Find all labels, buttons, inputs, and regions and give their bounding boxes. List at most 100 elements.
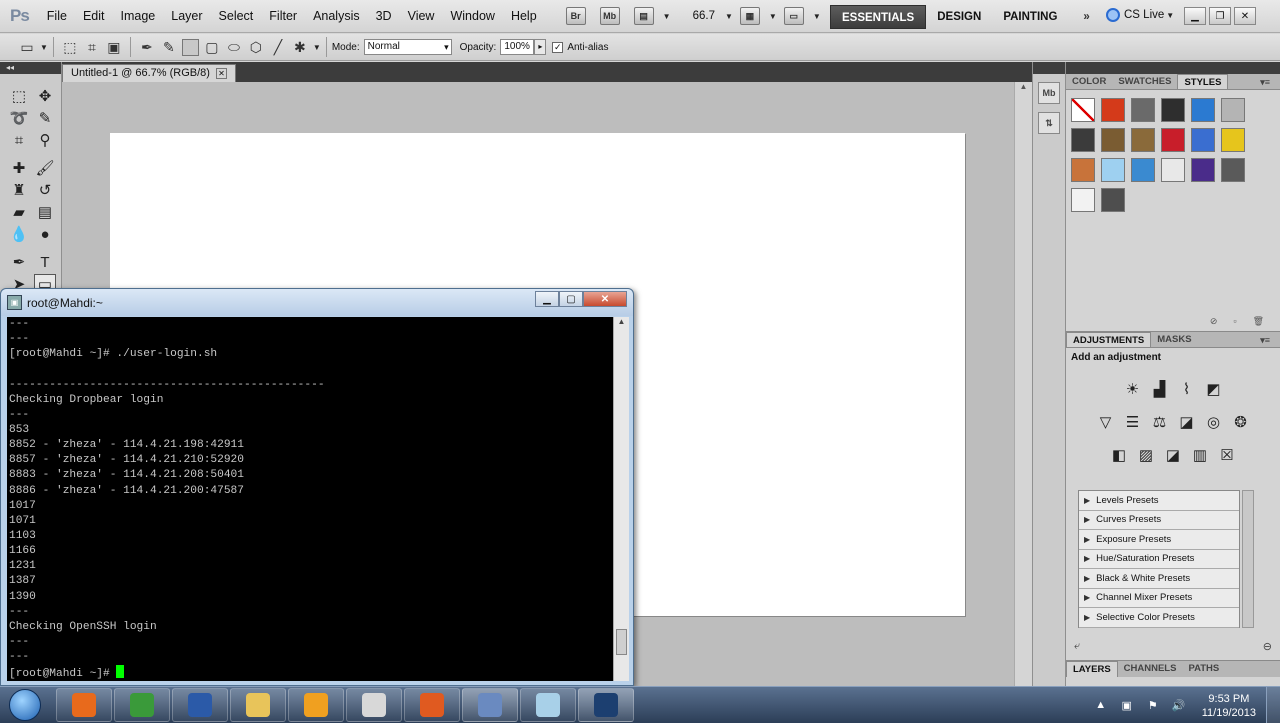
mode-select[interactable]: Normal — [363, 39, 452, 55]
mini-bridge-button[interactable]: Mb — [599, 7, 620, 25]
tab-paths[interactable]: PATHS — [1182, 661, 1225, 677]
style-swatch[interactable] — [1101, 128, 1125, 152]
minimize-button[interactable]: ▁ — [535, 291, 559, 307]
polygon-icon[interactable]: ⬡ — [247, 38, 265, 56]
threshold-icon[interactable]: ◪ — [1162, 444, 1185, 465]
menu-edit[interactable]: Edit — [75, 9, 113, 23]
tool-preset-icon[interactable]: ▭ — [18, 38, 36, 56]
mini-bridge-icon[interactable]: Mb — [1038, 82, 1060, 104]
show-desktop-button[interactable] — [1266, 687, 1280, 723]
history-icon[interactable]: ⇅ — [1038, 112, 1060, 134]
style-swatch[interactable] — [1191, 128, 1215, 152]
taskbar-explorer-button[interactable] — [230, 688, 286, 722]
list-item[interactable]: ▶ Channel Mixer Presets — [1079, 588, 1239, 608]
brightness-contrast-icon[interactable]: ☀ — [1121, 378, 1144, 399]
presets-scrollbar[interactable] — [1242, 490, 1254, 628]
curves-icon[interactable]: ⌇ — [1175, 378, 1198, 399]
clear-style-icon[interactable]: ⊘ — [1210, 316, 1218, 331]
show-hidden-icons-icon[interactable]: ▲ — [1094, 699, 1108, 713]
list-item[interactable]: ▶ Curves Presets — [1079, 510, 1239, 530]
start-button[interactable] — [0, 687, 50, 723]
style-swatch[interactable] — [1101, 98, 1125, 122]
workspace-design[interactable]: DESIGN — [926, 5, 992, 29]
chevron-down-icon[interactable]: ▼ — [725, 12, 733, 21]
delete-style-icon[interactable]: 🗑 — [1253, 316, 1264, 331]
exposure-icon[interactable]: ◩ — [1202, 378, 1225, 399]
style-swatch[interactable] — [1131, 128, 1155, 152]
style-swatch[interactable] — [1161, 158, 1185, 182]
anti-alias-checkbox[interactable]: ✓ — [552, 41, 564, 53]
menu-file[interactable]: File — [39, 9, 75, 23]
collapse-icon[interactable]: ◂◂ — [0, 62, 61, 74]
more-workspaces-icon[interactable]: » — [1072, 5, 1100, 29]
close-button[interactable]: ✕ — [1234, 7, 1256, 25]
taskbar-photoshop-button[interactable] — [578, 688, 634, 722]
terminal-titlebar[interactable]: ▣ root@Mahdi:~ ▁ ▢ ✕ — [1, 289, 633, 316]
color-balance-icon[interactable]: ⚖ — [1148, 411, 1171, 432]
freeform-pen-icon[interactable]: ✎ — [160, 38, 178, 56]
vibrance-icon[interactable]: ▽ — [1094, 411, 1117, 432]
tab-styles[interactable]: STYLES — [1177, 74, 1229, 89]
healing-brush-tool-icon[interactable]: ✚ — [8, 158, 30, 178]
close-button[interactable]: ✕ — [583, 291, 627, 307]
return-icon[interactable]: ⤶ — [1074, 640, 1080, 658]
rectangle-shape-icon[interactable] — [181, 38, 199, 56]
brush-tool-icon[interactable]: 🖌 — [34, 158, 56, 178]
tab-adjustments[interactable]: ADJUSTMENTS — [1066, 332, 1152, 347]
taskbar-chrome-button[interactable] — [114, 688, 170, 722]
history-brush-tool-icon[interactable]: ↺ — [34, 180, 56, 200]
zoom-level[interactable]: 66.7 — [693, 10, 715, 22]
tab-masks[interactable]: MASKS — [1151, 332, 1197, 347]
tab-color[interactable]: COLOR — [1066, 74, 1112, 89]
type-tool-icon[interactable]: T — [34, 252, 56, 272]
list-item[interactable]: ▶ Hue/Saturation Presets — [1079, 549, 1239, 569]
taskbar-putty-button[interactable] — [462, 688, 518, 722]
dodge-tool-icon[interactable]: ● — [34, 224, 56, 244]
photo-filter-icon[interactable]: ◎ — [1202, 411, 1225, 432]
style-swatch[interactable] — [1101, 158, 1125, 182]
new-style-icon[interactable]: ▫ — [1233, 316, 1236, 331]
chevron-down-icon[interactable]: ▼ — [813, 12, 821, 21]
ellipse-icon[interactable]: ⬭ — [225, 38, 243, 56]
opacity-slider-button[interactable]: ▸ — [534, 39, 547, 55]
style-swatch[interactable] — [1071, 188, 1095, 212]
eraser-tool-icon[interactable]: ▰ — [8, 202, 30, 222]
chevron-down-icon[interactable]: ▼ — [313, 43, 321, 52]
style-swatch[interactable] — [1131, 158, 1155, 182]
style-swatch[interactable] — [1131, 98, 1155, 122]
channel-mixer-icon[interactable]: ❂ — [1229, 411, 1252, 432]
taskbar-usb-tool-button[interactable] — [346, 688, 402, 722]
blur-tool-icon[interactable]: 💧 — [8, 224, 30, 244]
gradient-map-icon[interactable]: ▥ — [1189, 444, 1212, 465]
style-swatch[interactable] — [1161, 128, 1185, 152]
menu-layer[interactable]: Layer — [163, 9, 210, 23]
tab-swatches[interactable]: SWATCHES — [1112, 74, 1177, 89]
black-white-icon[interactable]: ◪ — [1175, 411, 1198, 432]
menu-3d[interactable]: 3D — [368, 9, 400, 23]
menu-analysis[interactable]: Analysis — [305, 9, 368, 23]
close-icon[interactable]: ✕ — [215, 68, 227, 79]
chevron-down-icon[interactable]: ▼ — [40, 43, 48, 52]
style-swatch[interactable] — [1071, 128, 1095, 152]
gradient-tool-icon[interactable]: ▤ — [34, 202, 56, 222]
taskbar-notepad-button[interactable] — [520, 688, 576, 722]
lasso-tool-icon[interactable]: ➰ — [8, 108, 30, 128]
shape-layers-icon[interactable]: ⬚ — [61, 38, 79, 56]
style-swatch[interactable] — [1221, 98, 1245, 122]
terminal-output[interactable]: --- --- [root@Mahdi ~]# ./user-login.sh ---… — [7, 317, 613, 681]
hue-saturation-icon[interactable]: ☰ — [1121, 411, 1144, 432]
taskbar-avast-button[interactable] — [288, 688, 344, 722]
levels-icon[interactable]: ▟ — [1148, 378, 1171, 399]
bridge-button[interactable]: Br — [565, 7, 586, 25]
list-item[interactable]: ▶ Exposure Presets — [1079, 530, 1239, 550]
screen-mode-icon[interactable]: ▭ — [783, 7, 804, 25]
custom-shape-icon[interactable]: ✱ — [291, 38, 309, 56]
document-scrollbar[interactable]: ▲ — [1014, 82, 1032, 687]
selective-color-icon[interactable]: ☒ — [1216, 444, 1239, 465]
menu-select[interactable]: Select — [211, 9, 262, 23]
style-swatch[interactable] — [1071, 158, 1095, 182]
link-icon[interactable]: ⊖ — [1263, 640, 1272, 658]
list-item[interactable]: ▶ Selective Color Presets — [1079, 608, 1239, 628]
scroll-thumb[interactable] — [616, 629, 627, 655]
terminal-scrollbar[interactable]: ▲ — [613, 317, 629, 681]
